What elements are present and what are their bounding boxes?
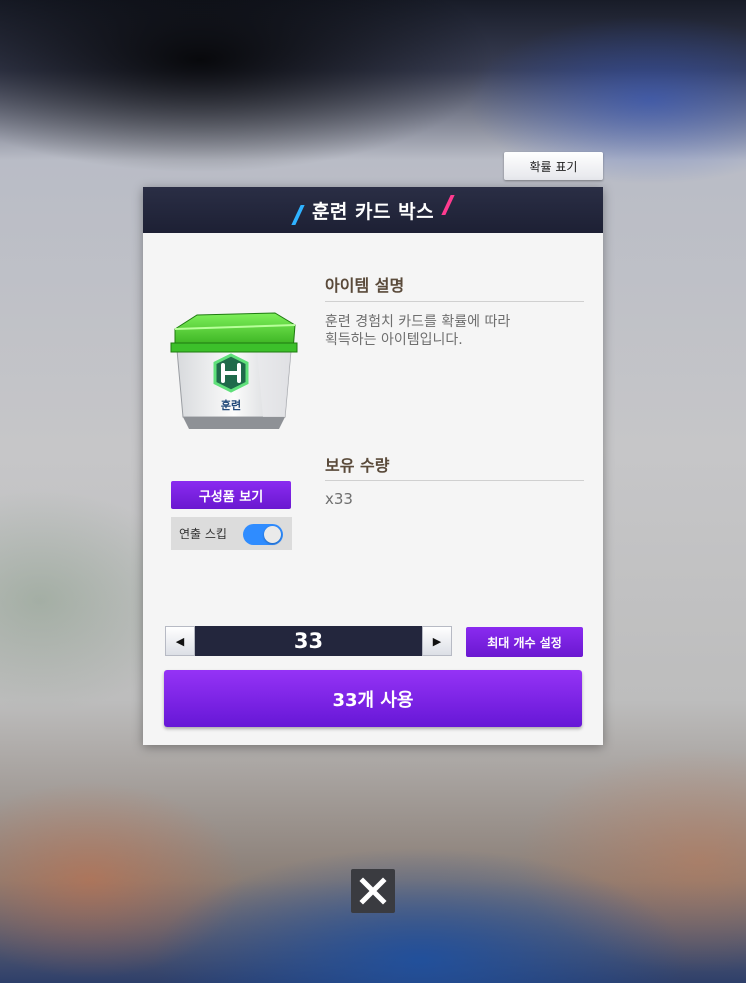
close-button[interactable]	[351, 869, 395, 913]
description-line-2: 획득하는 아이템입니다.	[325, 332, 463, 348]
skip-animation-row: 연출 스킵	[171, 517, 292, 550]
max-count-button[interactable]: 최대 개수 설정	[466, 627, 583, 657]
description-title: 아이템 설명	[325, 276, 405, 295]
decrease-button[interactable]: ◀	[165, 626, 195, 656]
popup-title: 훈련 카드 박스	[311, 200, 435, 223]
arrow-left-icon: ◀	[175, 634, 185, 648]
close-icon	[359, 877, 387, 905]
quantity-value[interactable]: 33	[195, 626, 422, 656]
skip-animation-toggle[interactable]	[243, 524, 283, 545]
description-line-1: 훈련 경험치 카드를 확률에 따라	[325, 314, 511, 330]
popup-header: 훈련 카드 박스	[143, 187, 603, 233]
quantity-stepper: ◀ 33 ▶	[165, 626, 452, 656]
description-divider	[325, 301, 584, 302]
use-items-button[interactable]: 33개 사용	[164, 670, 582, 727]
probability-display-button[interactable]: 확률 표기	[504, 152, 603, 180]
title-decoration-right	[441, 195, 455, 215]
owned-quantity: x33	[325, 490, 353, 508]
toggle-knob	[264, 526, 281, 543]
skip-animation-label: 연출 스킵	[179, 527, 227, 541]
item-description: 훈련 경험치 카드를 확률에 따라 획득하는 아이템입니다.	[325, 313, 575, 349]
box-label: 훈련	[221, 398, 241, 412]
quantity-title: 보유 수량	[325, 456, 390, 475]
item-use-popup: 훈련 카드 박스 훈련 아이템 설명 훈련 경험치 카드를 확률에 따라 획득하…	[143, 187, 603, 745]
view-components-button[interactable]: 구성품 보기	[171, 481, 291, 509]
training-card-box-image: 훈련	[167, 305, 301, 435]
quantity-divider	[325, 480, 584, 481]
arrow-right-icon: ▶	[432, 634, 442, 648]
increase-button[interactable]: ▶	[422, 626, 452, 656]
title-decoration-left	[291, 205, 305, 225]
